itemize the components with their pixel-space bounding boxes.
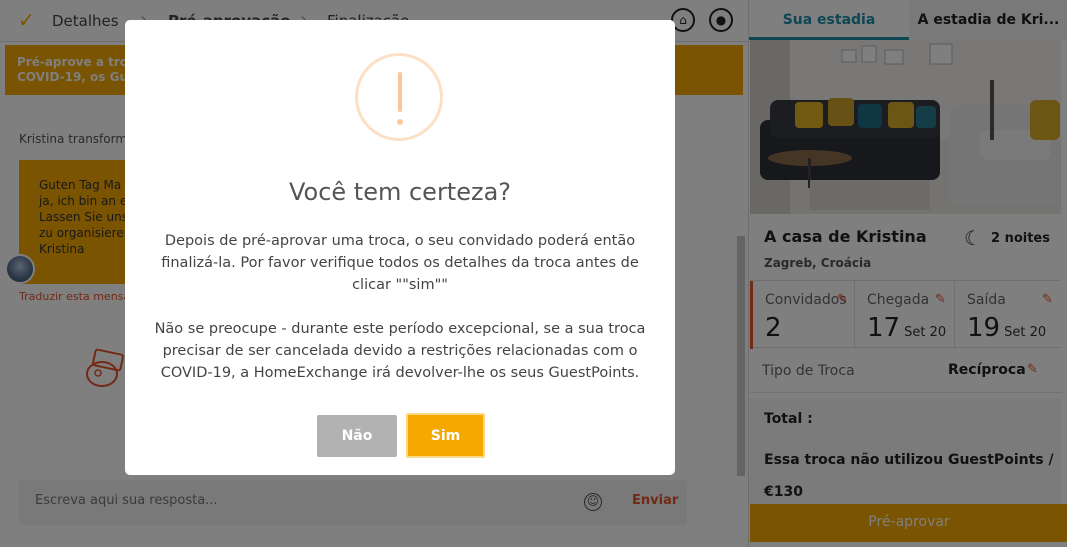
modal-paragraph-2: Não se preocupe - durante este período e… xyxy=(154,321,646,381)
warning-icon xyxy=(355,53,443,141)
yes-button[interactable]: Sim xyxy=(406,413,485,458)
modal-paragraph-1: Depois de pré-aprovar uma troca, o seu c… xyxy=(161,233,639,293)
no-button[interactable]: Não xyxy=(317,415,397,457)
modal-title: Você tem certeza? xyxy=(288,178,512,206)
confirm-modal: Você tem certeza? Depois de pré-aprovar … xyxy=(125,20,675,475)
